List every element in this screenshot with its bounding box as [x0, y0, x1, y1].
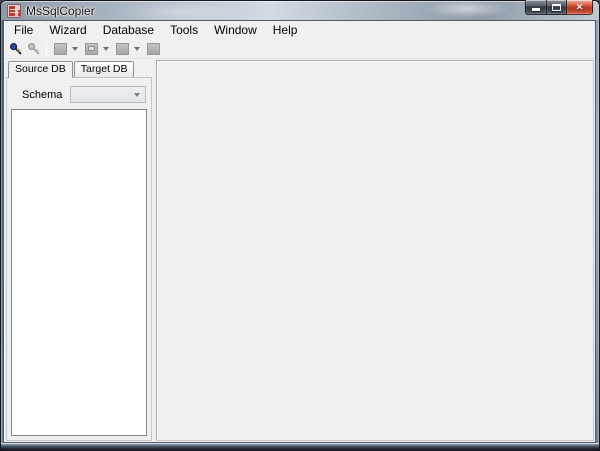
toolbar-separator: [46, 42, 47, 56]
schema-row: Schema: [12, 86, 146, 103]
content-area: Source DB Target DB Schema: [4, 59, 595, 442]
db-tab-control: Source DB Target DB Schema: [6, 60, 152, 441]
preview-button[interactable]: [83, 41, 99, 57]
preview-dropdown-icon[interactable]: [103, 47, 109, 51]
copy-data-dropdown-icon[interactable]: [134, 47, 140, 51]
menu-database[interactable]: Database: [95, 21, 162, 40]
close-icon: ✕: [576, 3, 584, 12]
maximize-button[interactable]: [546, 0, 567, 15]
app-icon: [7, 4, 21, 18]
copy-table-dropdown-icon[interactable]: [72, 47, 78, 51]
maximize-icon: [552, 4, 561, 11]
app-window: MsSqlCopier ✕ File Wizard Database Tools…: [0, 0, 600, 451]
connect-key-icon: [9, 42, 23, 56]
tab-target-db[interactable]: Target DB: [74, 61, 135, 77]
table-listbox[interactable]: [11, 109, 147, 436]
toolbar: [4, 40, 595, 59]
stop-icon: [147, 43, 160, 55]
tab-source-db[interactable]: Source DB: [8, 61, 73, 78]
copy-table-icon: [54, 43, 67, 55]
disconnect-button[interactable]: [26, 41, 42, 57]
copy-data-icon: [116, 43, 129, 55]
preview-window-icon: [85, 43, 98, 55]
schema-combobox[interactable]: [70, 86, 146, 103]
connect-button[interactable]: [8, 41, 24, 57]
stop-button[interactable]: [145, 41, 161, 57]
minimize-icon: [532, 8, 540, 11]
menu-file[interactable]: File: [6, 21, 41, 40]
title-bar[interactable]: MsSqlCopier: [1, 1, 599, 20]
source-db-tab-page: Schema: [6, 77, 152, 441]
client-area: File Wizard Database Tools Window Help: [3, 20, 596, 443]
workspace-panel: [156, 60, 594, 441]
window-title: MsSqlCopier: [26, 4, 95, 18]
minimize-button[interactable]: [525, 0, 546, 15]
disconnect-key-icon: [27, 42, 41, 56]
schema-label: Schema: [22, 89, 62, 101]
chevron-down-icon: [134, 93, 140, 97]
window-controls: ✕: [525, 0, 593, 15]
menu-wizard[interactable]: Wizard: [41, 21, 94, 40]
menu-help[interactable]: Help: [265, 21, 306, 40]
tab-strip: Source DB Target DB: [6, 60, 152, 77]
menu-tools[interactable]: Tools: [162, 21, 206, 40]
menu-window[interactable]: Window: [206, 21, 265, 40]
menu-bar: File Wizard Database Tools Window Help: [4, 21, 595, 40]
close-button[interactable]: ✕: [567, 0, 593, 15]
copy-table-button[interactable]: [52, 41, 68, 57]
copy-data-button[interactable]: [114, 41, 130, 57]
